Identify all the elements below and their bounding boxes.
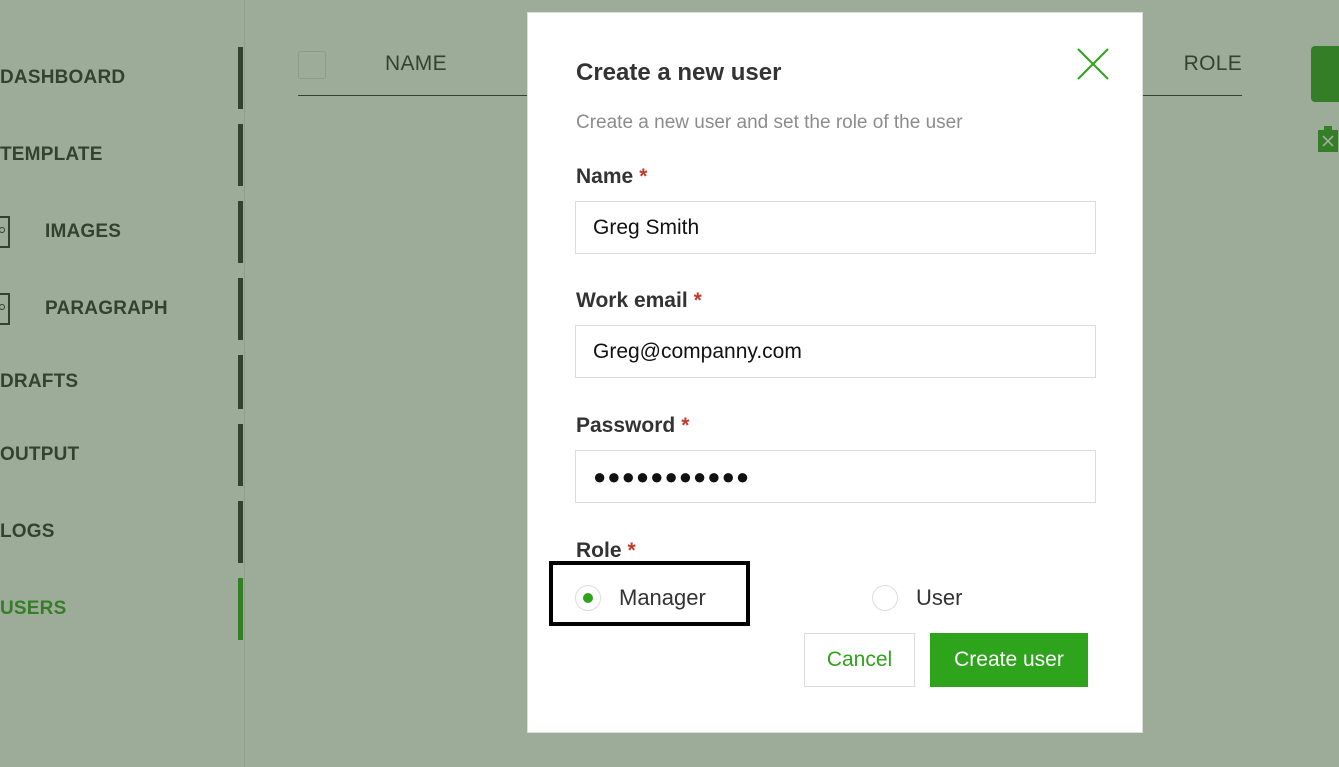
create-user-dialog: Create a new user Create a new user and … <box>527 12 1143 733</box>
required-marker: * <box>627 539 636 562</box>
radio-button-checked[interactable] <box>575 585 601 611</box>
role-label: Role * <box>576 539 636 563</box>
dialog-title: Create a new user <box>576 59 782 86</box>
close-icon[interactable] <box>1076 47 1110 81</box>
email-label-text: Work email <box>576 289 688 312</box>
radio-dot <box>583 593 593 603</box>
role-option-label: Manager <box>619 585 706 610</box>
required-marker: * <box>681 414 690 437</box>
role-option-manager[interactable]: Manager <box>575 573 706 623</box>
cancel-button[interactable]: Cancel <box>804 633 915 687</box>
role-radio-group: Manager User <box>575 573 1096 623</box>
required-marker: * <box>693 289 702 312</box>
dialog-subtitle: Create a new user and set the role of th… <box>576 112 963 133</box>
create-user-button[interactable]: Create user <box>930 633 1088 687</box>
email-input[interactable] <box>575 325 1096 378</box>
password-label-text: Password <box>576 414 676 437</box>
password-input[interactable] <box>575 450 1096 503</box>
email-label: Work email * <box>576 289 702 313</box>
name-label: Name * <box>576 165 647 189</box>
name-label-text: Name <box>576 165 634 188</box>
role-label-text: Role <box>576 539 622 562</box>
radio-button-unchecked[interactable] <box>872 585 898 611</box>
required-marker: * <box>639 165 648 188</box>
role-option-user[interactable]: User <box>872 573 962 623</box>
name-input[interactable] <box>575 201 1096 254</box>
password-label: Password * <box>576 414 689 438</box>
role-option-label: User <box>916 585 963 610</box>
